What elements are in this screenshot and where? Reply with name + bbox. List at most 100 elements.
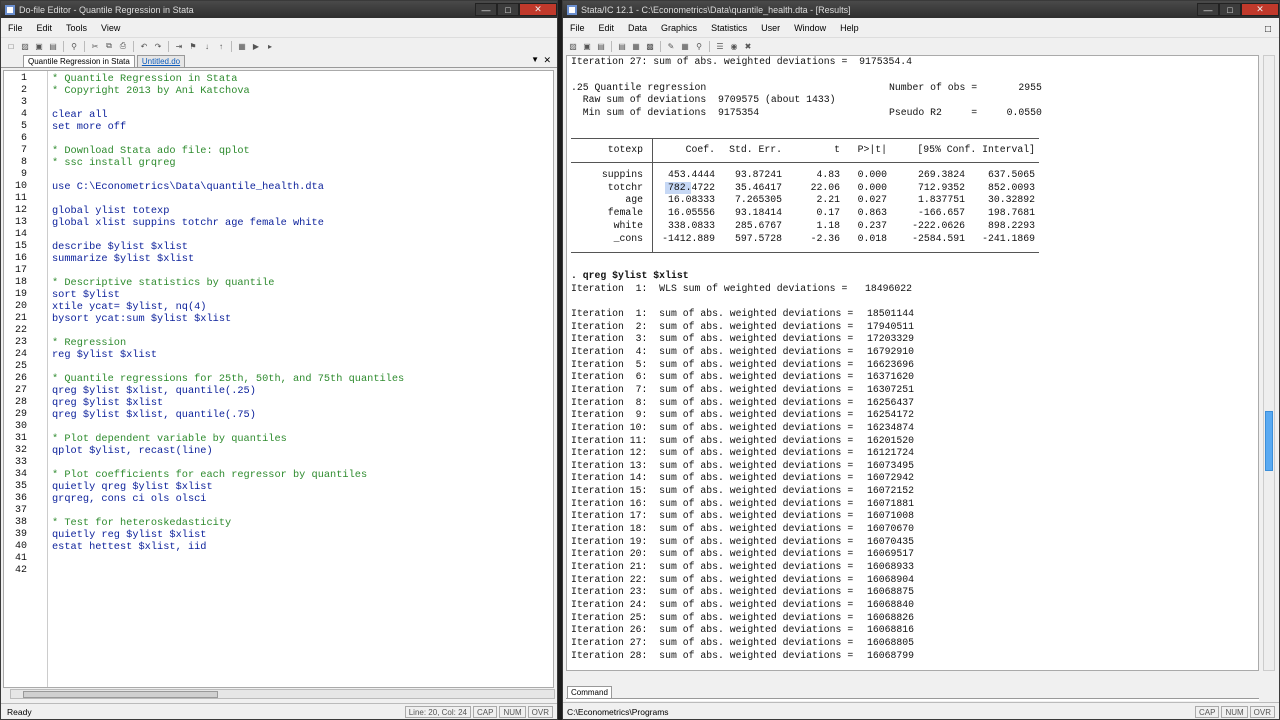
code-line[interactable]: summarize $ylist $xlist [52, 253, 194, 265]
code-line[interactable]: quietly qreg $ylist $xlist [52, 481, 213, 493]
code-line[interactable]: * Quantile regressions for 25th, 50th, a… [52, 373, 404, 385]
minimize-button[interactable]: — [475, 3, 497, 16]
code-line[interactable]: * Quantile Regression in Stata [52, 73, 237, 85]
copy-icon[interactable]: ⧉ [103, 41, 115, 52]
command-tab[interactable]: Command [567, 686, 612, 698]
save-icon[interactable]: ▣ [581, 41, 593, 52]
execute-icon[interactable]: ▸ [264, 41, 276, 52]
new-file-icon[interactable]: □ [5, 41, 17, 52]
open-folder-icon[interactable]: ▨ [567, 41, 579, 52]
indent-icon[interactable]: ⇥ [173, 41, 185, 52]
redo-icon[interactable]: ↷ [152, 41, 164, 52]
code-line[interactable]: * Descriptive statistics by quantile [52, 277, 274, 289]
code-line[interactable]: estat hettest $xlist, iid [52, 541, 206, 553]
code-line[interactable]: qreg $ylist $xlist [52, 397, 163, 409]
menu-item-help[interactable]: Help [833, 23, 866, 33]
maximize-button[interactable]: □ [497, 3, 519, 16]
break-icon[interactable]: ✖ [742, 41, 754, 52]
menu-item-file[interactable]: File [563, 23, 592, 33]
menu-item-tools[interactable]: Tools [59, 23, 94, 33]
code-line[interactable]: * Plot coefficients for each regressor b… [52, 469, 367, 481]
stata-app-icon [567, 4, 577, 15]
undo-icon[interactable]: ↶ [138, 41, 150, 52]
vertical-scroll-thumb[interactable] [1265, 411, 1273, 471]
code-line[interactable]: qreg $ylist $xlist, quantile(.25) [52, 385, 256, 397]
results-restore-icon[interactable]: □ [1265, 24, 1271, 35]
command-input[interactable] [566, 698, 1259, 701]
iteration-line: Iteration 20: sum of abs. weighted devia… [571, 548, 871, 560]
open-folder-icon[interactable]: ▨ [19, 41, 31, 52]
horizontal-scrollbar[interactable] [10, 689, 555, 699]
menu-item-file[interactable]: File [1, 23, 30, 33]
code-line[interactable]: grqreg, cons ci ols olsci [52, 493, 206, 505]
menu-item-graphics[interactable]: Graphics [654, 23, 704, 33]
horizontal-scroll-thumb[interactable] [23, 691, 218, 698]
cut-icon[interactable]: ✂ [89, 41, 101, 52]
code-line[interactable]: * Download Stata ado file: qplot [52, 145, 250, 157]
do-run-icon[interactable]: ▶ [250, 41, 262, 52]
code-line[interactable]: describe $ylist $xlist [52, 241, 188, 253]
code-line[interactable]: quietly reg $ylist $xlist [52, 529, 206, 541]
code-line[interactable]: qplot $ylist, recast(line) [52, 445, 213, 457]
tab-quantile-regression[interactable]: Quantile Regression in Stata [23, 55, 135, 67]
iteration-line: Iteration 15: sum of abs. weighted devia… [571, 485, 871, 497]
close-tab-icon[interactable]: ✕ [543, 55, 551, 66]
data-editor-icon[interactable]: ▦ [679, 41, 691, 52]
code-line[interactable]: xtile ycat= $ylist, nq(4) [52, 301, 206, 313]
variables-manager-icon[interactable]: ☰ [714, 41, 726, 52]
menu-item-data[interactable]: Data [621, 23, 654, 33]
code-line[interactable]: * Test for heteroskedasticity [52, 517, 231, 529]
code-line[interactable]: qreg $ylist $xlist, quantile(.75) [52, 409, 256, 421]
find-icon[interactable]: ⚲ [68, 41, 80, 52]
bookmark-icon[interactable]: ⚑ [187, 41, 199, 52]
code-line[interactable]: global xlist suppins totchr age female w… [52, 217, 324, 229]
code-line[interactable]: * Copyright 2013 by Ani Katchova [52, 85, 250, 97]
tab-list-chevron-icon[interactable]: ▼ [531, 55, 539, 64]
code-line[interactable]: * Regression [52, 337, 126, 349]
log-icon[interactable]: ▤ [616, 41, 628, 52]
do-file-editor-icon[interactable]: ✎ [665, 41, 677, 52]
do-file-menubar: File Edit Tools View [1, 18, 557, 38]
table-cell: 269.3824 [917, 169, 965, 180]
menu-item-edit[interactable]: Edit [30, 23, 60, 33]
iteration-value: 16068805 [867, 636, 915, 648]
show-file-icon[interactable]: ▦ [236, 41, 248, 52]
code-line[interactable]: sort $ylist [52, 289, 120, 301]
close-button[interactable]: ✕ [519, 3, 557, 16]
num-lock-indicator: NUM [1221, 705, 1248, 718]
menu-item-view[interactable]: View [94, 23, 127, 33]
print-icon[interactable]: ▤ [47, 41, 59, 52]
graph-icon[interactable]: ▩ [644, 41, 656, 52]
bookmark-prev-icon[interactable]: ↑ [215, 41, 227, 52]
do-file-editor-titlebar[interactable]: Do-file Editor - Quantile Regression in … [1, 1, 557, 18]
results-pane[interactable]: Iteration 27: sum of abs. weighted devia… [566, 55, 1259, 671]
table-header-coef: Coef. [685, 144, 715, 155]
tab-untitled[interactable]: Untitled.do [136, 55, 186, 67]
minimize-button[interactable]: — [1197, 3, 1219, 16]
code-line[interactable]: use C:\Econometrics\Data\quantile_health… [52, 181, 324, 193]
code-line[interactable]: * Plot dependent variable by quantiles [52, 433, 287, 445]
clear-more-icon[interactable]: ◉ [728, 41, 740, 52]
code-line[interactable]: bysort ycat:sum $ylist $xlist [52, 313, 231, 325]
code-line[interactable]: clear all [52, 109, 108, 121]
code-line[interactable]: set more off [52, 121, 126, 133]
code-line[interactable]: global ylist totexp [52, 205, 169, 217]
maximize-button[interactable]: □ [1219, 3, 1241, 16]
viewer-icon[interactable]: ▦ [630, 41, 642, 52]
close-button[interactable]: ✕ [1241, 3, 1279, 16]
table-cell: 453.4444 [667, 169, 715, 180]
menu-item-edit[interactable]: Edit [592, 23, 622, 33]
code-editor[interactable]: 1 2 3 4 5 6 7 8 9 10 11 12 13 14 15 16 17 18 19 20 21 22 23 24 2… [3, 70, 554, 688]
bookmark-next-icon[interactable]: ↓ [201, 41, 213, 52]
menu-item-window[interactable]: Window [787, 23, 833, 33]
data-browser-icon[interactable]: ⚲ [693, 41, 705, 52]
print-icon[interactable]: ▤ [595, 41, 607, 52]
vertical-scrollbar[interactable] [1263, 55, 1275, 671]
code-line[interactable]: reg $ylist $xlist [52, 349, 157, 361]
menu-item-statistics[interactable]: Statistics [704, 23, 754, 33]
save-icon[interactable]: ▣ [33, 41, 45, 52]
stata-titlebar[interactable]: Stata/IC 12.1 - C:\Econometrics\Data\qua… [563, 1, 1279, 18]
code-line[interactable]: * ssc install grqreg [52, 157, 176, 169]
menu-item-user[interactable]: User [754, 23, 787, 33]
paste-icon[interactable]: ⎙ [117, 41, 129, 52]
